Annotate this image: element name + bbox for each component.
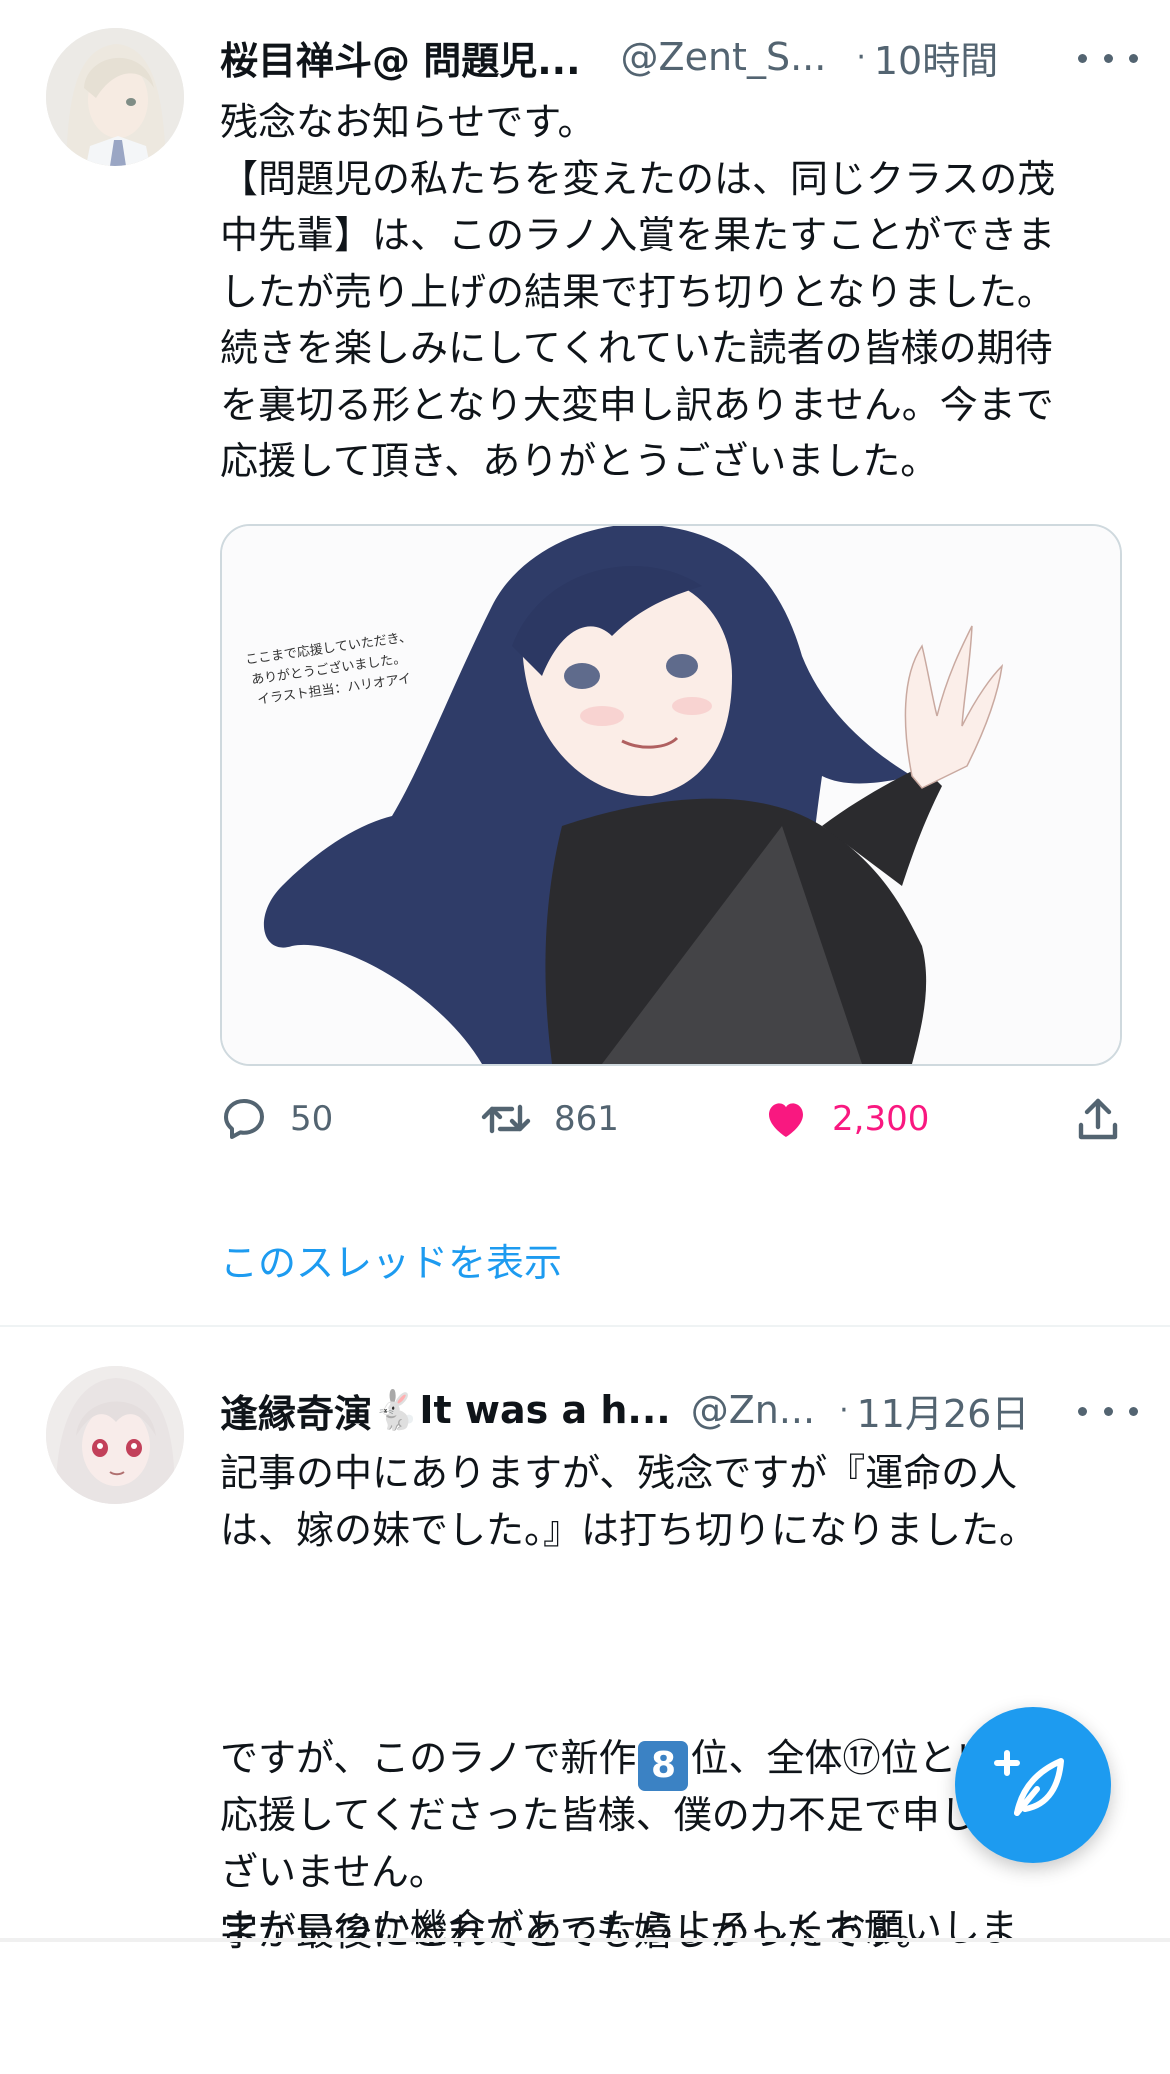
reply-count: 50 (290, 1099, 334, 1139)
display-name-part-1[interactable]: 逢縁奇演 (220, 1383, 372, 1438)
handle[interactable]: @Zent_S... (621, 35, 827, 79)
display-name-part-2[interactable]: It was a h... (419, 1388, 670, 1432)
separator-dot: · (839, 1392, 849, 1428)
retweet-icon (481, 1104, 531, 1134)
like-button[interactable]: 2,300 (762, 1095, 929, 1143)
show-thread-link[interactable]: このスレッドを表示 (220, 1232, 562, 1287)
heart-icon (769, 1103, 803, 1137)
retweet-button[interactable]: 861 (480, 1095, 619, 1143)
bottom-edge (0, 1938, 1170, 1942)
reply-icon (224, 1099, 264, 1139)
more-horizontal-icon[interactable] (1078, 1391, 1138, 1431)
rabbit-emoji-icon: 🐇 (372, 1387, 420, 1432)
tweet-actions: 50 861 2,300 (0, 1095, 1170, 1155)
compose-tweet-button[interactable] (955, 1707, 1111, 1863)
tweet-text-block-1: 記事の中にありますが、残念ですが『運命の人 は、嫁の妹でした。』は打ち切りになり… (220, 1451, 1038, 1552)
tweet-text-line: ですが、このラノで新作 8 位、全体⑰位という数 (220, 1730, 1071, 1791)
share-icon (1078, 1098, 1118, 1140)
share-button[interactable] (1076, 1095, 1120, 1143)
text-part: ですが、このラノで新作 (220, 1736, 637, 1780)
tweet-1[interactable]: 桜目禅斗@ 問題児... @Zent_S... · 10時間 残念なお知らせです… (0, 0, 1170, 1325)
handle[interactable]: @Zn... (691, 1388, 815, 1432)
timestamp[interactable]: 10時間 (874, 30, 998, 85)
avatar[interactable] (46, 28, 184, 166)
more-horizontal-icon[interactable] (1078, 38, 1138, 78)
reply-button[interactable]: 50 (220, 1095, 333, 1143)
avatar[interactable] (46, 1366, 184, 1504)
tweet-image[interactable]: ここまで応援していただき、 ありがとうございました。 イラスト担当：ハリオアイ (220, 524, 1122, 1066)
tweet-header: 桜目禅斗@ 問題児... @Zent_S... · 10時間 (220, 30, 998, 85)
tweet-text-block-3: 応援してくださった皆様、僕の力不足で申し訳ご ざいません。 またいつか機会があっ… (220, 1793, 1054, 1950)
keycap-eight-emoji: 8 (638, 1741, 689, 1791)
like-count: 2,300 (832, 1099, 930, 1139)
separator-dot: · (856, 39, 866, 75)
tweet-header: 逢縁奇演 🐇 It was a h... @Zn... · 11月26日 (220, 1383, 1030, 1438)
display-name[interactable]: 桜目禅斗@ 問題児... (220, 30, 581, 85)
retweet-count: 861 (554, 1099, 619, 1139)
tweet-text: 残念なお知らせです。 【問題児の私たちを変えたのは、同じクラスの茂 中先輩】は、… (220, 100, 1056, 483)
compose-tweet-icon (994, 1750, 1064, 1816)
timestamp[interactable]: 11月26日 (857, 1383, 1030, 1438)
